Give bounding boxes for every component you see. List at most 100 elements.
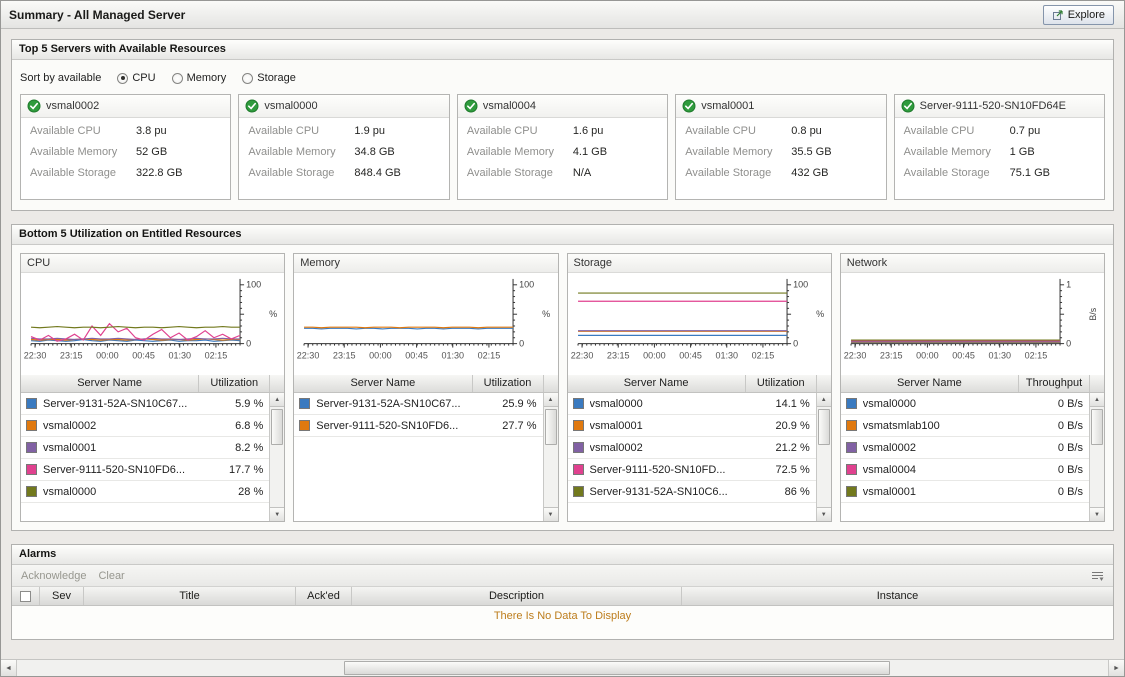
- column-header-server-name[interactable]: Server Name: [568, 375, 746, 392]
- metric-table-header: Server Name Utilization: [294, 375, 557, 393]
- radio-memory[interactable]: Memory: [172, 72, 227, 84]
- table-row[interactable]: vsmal0001 0 B/s: [841, 481, 1089, 503]
- table-row[interactable]: vsmatsmlab100 0 B/s: [841, 415, 1089, 437]
- svg-text:%: %: [816, 309, 824, 319]
- resource-value: 0.7 pu: [1010, 125, 1041, 137]
- scroll-left-button[interactable]: ◄: [1, 660, 17, 676]
- row-server-name: vsmal0002: [43, 420, 205, 432]
- table-row[interactable]: Server-9131-52A-SN10C67... 5.9 %: [21, 393, 269, 415]
- scroll-track[interactable]: [817, 407, 831, 507]
- table-row[interactable]: vsmal0001 20.9 %: [568, 415, 816, 437]
- table-row[interactable]: vsmal0001 8.2 %: [21, 437, 269, 459]
- svg-text:00:45: 00:45: [952, 350, 975, 360]
- column-header-value[interactable]: Utilization: [746, 375, 816, 392]
- metric-table-body: vsmal0000 0 B/s vsmatsmlab100 0 B/s vsma…: [841, 393, 1104, 521]
- server-card[interactable]: vsmal0004 Available CPU 1.6 pu Available…: [457, 94, 668, 200]
- column-header-server-name[interactable]: Server Name: [841, 375, 1019, 392]
- column-header-value[interactable]: Utilization: [473, 375, 543, 392]
- table-row[interactable]: Server-9111-520-SN10FD6... 27.7 %: [294, 415, 542, 437]
- scroll-thumb[interactable]: [545, 409, 557, 445]
- acknowledge-button[interactable]: Acknowledge: [21, 570, 86, 582]
- table-row[interactable]: vsmal0004 0 B/s: [841, 459, 1089, 481]
- table-row[interactable]: Server-9131-52A-SN10C67... 25.9 %: [294, 393, 542, 415]
- row-server-name: vsmal0000: [863, 398, 1025, 410]
- vertical-scrollbar[interactable]: ▲ ▼: [269, 393, 284, 521]
- scroll-thumb[interactable]: [271, 409, 283, 445]
- alarms-column-instance[interactable]: Instance: [682, 587, 1113, 605]
- row-server-name: vsmal0000: [590, 398, 752, 410]
- row-value: 0 B/s: [1025, 464, 1089, 476]
- resource-value: 0.8 pu: [791, 125, 822, 137]
- vertical-scrollbar[interactable]: ▲ ▼: [1089, 393, 1104, 521]
- series-color-swatch: [573, 464, 584, 475]
- column-header-value[interactable]: Utilization: [199, 375, 269, 392]
- server-card[interactable]: vsmal0000 Available CPU 1.9 pu Available…: [238, 94, 449, 200]
- scroll-right-button[interactable]: ►: [1108, 660, 1124, 676]
- alarms-panel: Alarms Acknowledge Clear SevTitleAck'edD…: [11, 544, 1114, 640]
- table-row[interactable]: vsmal0002 6.8 %: [21, 415, 269, 437]
- scroll-up-button[interactable]: ▲: [817, 393, 831, 407]
- server-card[interactable]: vsmal0002 Available CPU 3.8 pu Available…: [20, 94, 231, 200]
- metric-table-header: Server Name Utilization: [21, 375, 284, 393]
- clear-button[interactable]: Clear: [98, 570, 124, 582]
- scroll-track[interactable]: [270, 407, 284, 507]
- column-header-server-name[interactable]: Server Name: [294, 375, 472, 392]
- scroll-down-button[interactable]: ▼: [817, 507, 831, 521]
- metric-panel-storage: Storage 1000%22:3023:1500:0000:4501:3002…: [567, 253, 832, 522]
- scroll-thumb[interactable]: [818, 409, 830, 445]
- server-card[interactable]: vsmal0001 Available CPU 0.8 pu Available…: [675, 94, 886, 200]
- horizontal-scrollbar[interactable]: ◄ ►: [1, 659, 1124, 676]
- column-header-server-name[interactable]: Server Name: [21, 375, 199, 392]
- metric-panel-title: Storage: [568, 254, 831, 273]
- scroll-up-button[interactable]: ▲: [270, 393, 284, 407]
- table-row[interactable]: Server-9111-520-SN10FD... 72.5 %: [568, 459, 816, 481]
- radio-cpu[interactable]: CPU: [117, 72, 155, 84]
- vertical-scrollbar[interactable]: ▲ ▼: [816, 393, 831, 521]
- select-all-checkbox[interactable]: [20, 591, 31, 602]
- table-row[interactable]: vsmal0002 21.2 %: [568, 437, 816, 459]
- alarms-column-sev[interactable]: Sev: [40, 587, 84, 605]
- top5-panel-title: Top 5 Servers with Available Resources: [12, 40, 1113, 60]
- resource-value: 1.9 pu: [354, 125, 385, 137]
- top5-panel: Top 5 Servers with Available Resources S…: [11, 39, 1114, 211]
- svg-text:0: 0: [519, 339, 524, 349]
- table-row[interactable]: vsmal0002 0 B/s: [841, 437, 1089, 459]
- scroll-up-button[interactable]: ▲: [544, 393, 558, 407]
- table-options-icon[interactable]: [1091, 570, 1104, 582]
- scroll-down-button[interactable]: ▼: [270, 507, 284, 521]
- svg-text:00:00: 00:00: [96, 350, 119, 360]
- resource-label: Available CPU: [30, 125, 136, 137]
- scroll-thumb[interactable]: [1091, 409, 1103, 445]
- table-row[interactable]: Server-9131-52A-SN10C6... 86 %: [568, 481, 816, 503]
- scroll-thumb[interactable]: [344, 661, 890, 675]
- scroll-track[interactable]: [1090, 407, 1104, 507]
- radio-storage[interactable]: Storage: [242, 72, 296, 84]
- metric-table-body: Server-9131-52A-SN10C67... 25.9 % Server…: [294, 393, 557, 521]
- table-row[interactable]: Server-9111-520-SN10FD6... 17.7 %: [21, 459, 269, 481]
- scroll-down-button[interactable]: ▼: [544, 507, 558, 521]
- vertical-scrollbar[interactable]: ▲ ▼: [543, 393, 558, 521]
- row-value: 28 %: [205, 486, 269, 498]
- scroll-down-button[interactable]: ▼: [1090, 507, 1104, 521]
- series-color-swatch: [26, 442, 37, 453]
- svg-text:00:45: 00:45: [406, 350, 429, 360]
- alarms-column-ack-ed[interactable]: Ack'ed: [296, 587, 352, 605]
- table-row[interactable]: vsmal0000 28 %: [21, 481, 269, 503]
- alarms-column-description[interactable]: Description: [352, 587, 682, 605]
- table-row[interactable]: vsmal0000 14.1 %: [568, 393, 816, 415]
- row-value: 0 B/s: [1025, 398, 1089, 410]
- column-header-value[interactable]: Throughput: [1019, 375, 1089, 392]
- row-value: 0 B/s: [1025, 420, 1089, 432]
- alarms-empty-space: [12, 627, 1113, 639]
- table-row[interactable]: vsmal0000 0 B/s: [841, 393, 1089, 415]
- scroll-track[interactable]: [544, 407, 558, 507]
- resource-value: 35.5 GB: [791, 146, 831, 158]
- server-card-header: Server-9111-520-SN10FD64E: [895, 95, 1104, 118]
- alarms-column-title[interactable]: Title: [84, 587, 296, 605]
- metric-panel-memory: Memory 1000%22:3023:1500:0000:4501:3002:…: [293, 253, 558, 522]
- scroll-track[interactable]: [17, 660, 1108, 676]
- scroll-up-button[interactable]: ▲: [1090, 393, 1104, 407]
- explore-button[interactable]: Explore: [1043, 5, 1114, 25]
- server-card[interactable]: Server-9111-520-SN10FD64E Available CPU …: [894, 94, 1105, 200]
- series-color-swatch: [573, 442, 584, 453]
